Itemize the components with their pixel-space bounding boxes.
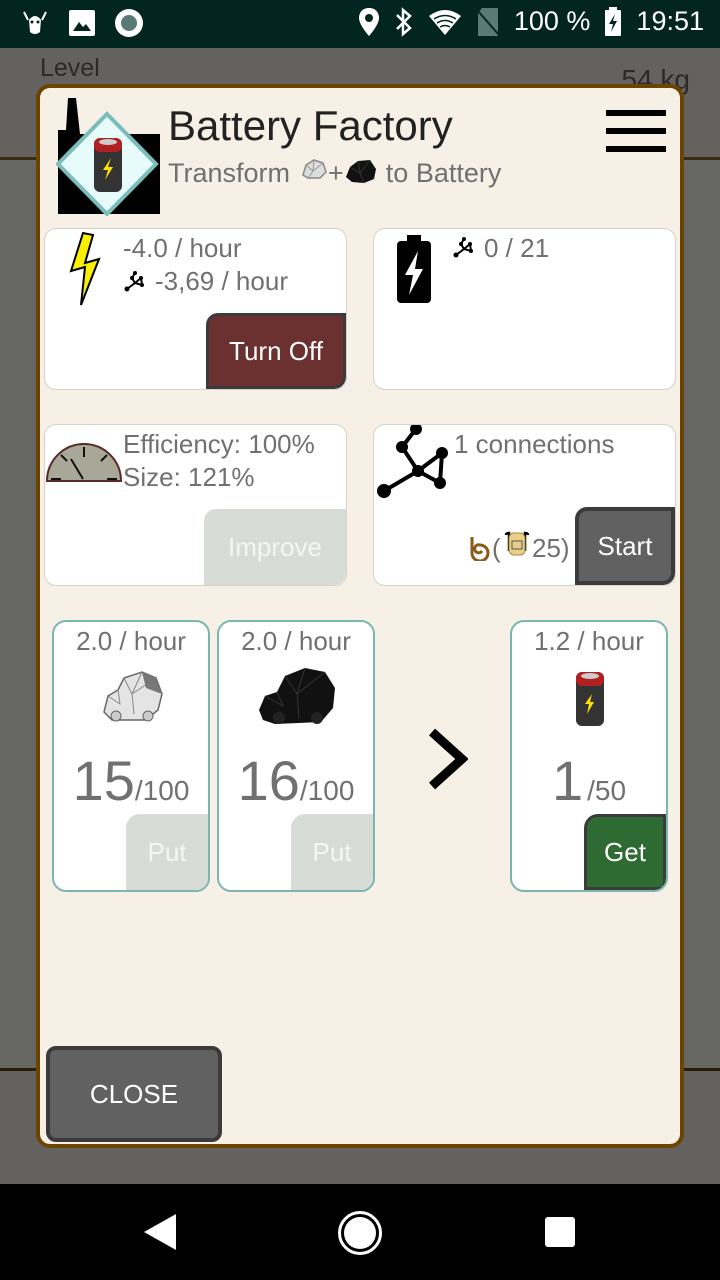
put-stone-button[interactable]: Put	[126, 814, 208, 890]
coal-rate: 2.0 / hour	[241, 626, 351, 656]
battery-icon	[576, 672, 604, 726]
stone-amount: 15/100	[54, 748, 208, 813]
battery-charging-icon	[397, 235, 431, 303]
dialog-title: Battery Factory	[168, 102, 453, 149]
status-bar: 100 % 19:51	[0, 0, 720, 48]
wifi-icon	[428, 9, 461, 35]
background-level-label: Level	[40, 54, 100, 82]
record-icon	[115, 9, 143, 37]
stone-capacity: /100	[134, 775, 190, 806]
location-icon	[358, 7, 379, 36]
get-battery-button[interactable]: Get	[584, 814, 666, 890]
connections-card: 1 connections ( 25) Start	[373, 424, 676, 586]
coal-icon	[259, 667, 335, 724]
network-small-icon	[124, 271, 144, 292]
power-card: -4.0 / hour -3,69 / hour Turn Off	[44, 228, 347, 390]
spiral-icon	[470, 537, 490, 561]
storage-card: 0 / 21	[373, 228, 676, 390]
battery-count: 1	[551, 749, 584, 812]
battery-charging-icon	[605, 6, 622, 36]
network-small-icon	[453, 237, 473, 258]
cost-value: 25)	[532, 533, 570, 563]
cost-open: (	[492, 533, 501, 563]
network-power-consumption: -3,69 / hour	[155, 266, 288, 296]
factory-dialog: Battery Factory Transform + to Battery -…	[36, 84, 684, 1148]
power-consumption: -4.0 / hour	[123, 233, 242, 263]
improve-button[interactable]: Improve	[204, 509, 346, 585]
home-icon-inner	[344, 1217, 376, 1249]
subtitle-plus: +	[328, 158, 344, 188]
coal-icon	[345, 159, 376, 183]
stone-rate: 2.0 / hour	[76, 626, 186, 656]
turn-off-button[interactable]: Turn Off	[206, 313, 346, 389]
subtitle-suffix: to Battery	[385, 158, 502, 188]
recent-apps-icon[interactable]	[545, 1217, 575, 1247]
efficiency-value: Efficiency: 100%	[123, 429, 315, 459]
backpack-icon	[504, 531, 530, 556]
lightning-bolt-icon	[69, 231, 101, 306]
hamburger-menu-icon-line	[606, 146, 666, 152]
input-slot-coal: 2.0 / hour 16/100 Put	[217, 620, 375, 892]
bug-icon	[23, 11, 47, 34]
bluetooth-icon	[395, 6, 412, 37]
connections-count: 1 connections	[454, 429, 615, 459]
efficiency-card: Efficiency: 100% Size: 121% Improve	[44, 424, 347, 586]
no-sim-icon	[476, 7, 500, 36]
stone-count: 15	[72, 749, 135, 812]
chevron-right-icon	[428, 728, 468, 790]
subtitle-prefix: Transform	[168, 158, 291, 188]
battery-capacity: /50	[587, 775, 627, 806]
start-button[interactable]: Start	[575, 507, 675, 585]
image-icon	[69, 10, 95, 36]
gauge-icon	[45, 443, 123, 482]
battery-amount: 1/50	[512, 748, 666, 813]
stone-icon	[302, 158, 327, 179]
coal-count: 16	[237, 749, 300, 812]
input-slot-stone: 2.0 / hour 15/100 Put	[52, 620, 210, 892]
menu-button[interactable]	[606, 110, 668, 156]
network-storage: 0 / 21	[484, 233, 550, 263]
battery-percent: 100 %	[513, 6, 591, 36]
size-value: Size: 121%	[123, 462, 255, 492]
network-graph-icon	[377, 425, 448, 498]
put-coal-button[interactable]: Put	[291, 814, 373, 890]
coal-amount: 16/100	[219, 748, 373, 813]
hamburger-menu-icon-line	[606, 128, 666, 134]
coal-capacity: /100	[299, 775, 355, 806]
back-icon[interactable]	[144, 1214, 176, 1250]
output-slot-battery: 1.2 / hour 1/50 Get	[510, 620, 668, 892]
close-button[interactable]: CLOSE	[46, 1046, 222, 1142]
dialog-subtitle: Transform + to Battery	[168, 158, 501, 189]
clock: 19:51	[636, 6, 704, 36]
battery-factory-icon	[56, 98, 160, 216]
hamburger-menu-icon	[606, 110, 666, 116]
stone-icon	[103, 671, 163, 722]
battery-rate: 1.2 / hour	[534, 626, 644, 656]
navigation-bar	[0, 1184, 720, 1280]
